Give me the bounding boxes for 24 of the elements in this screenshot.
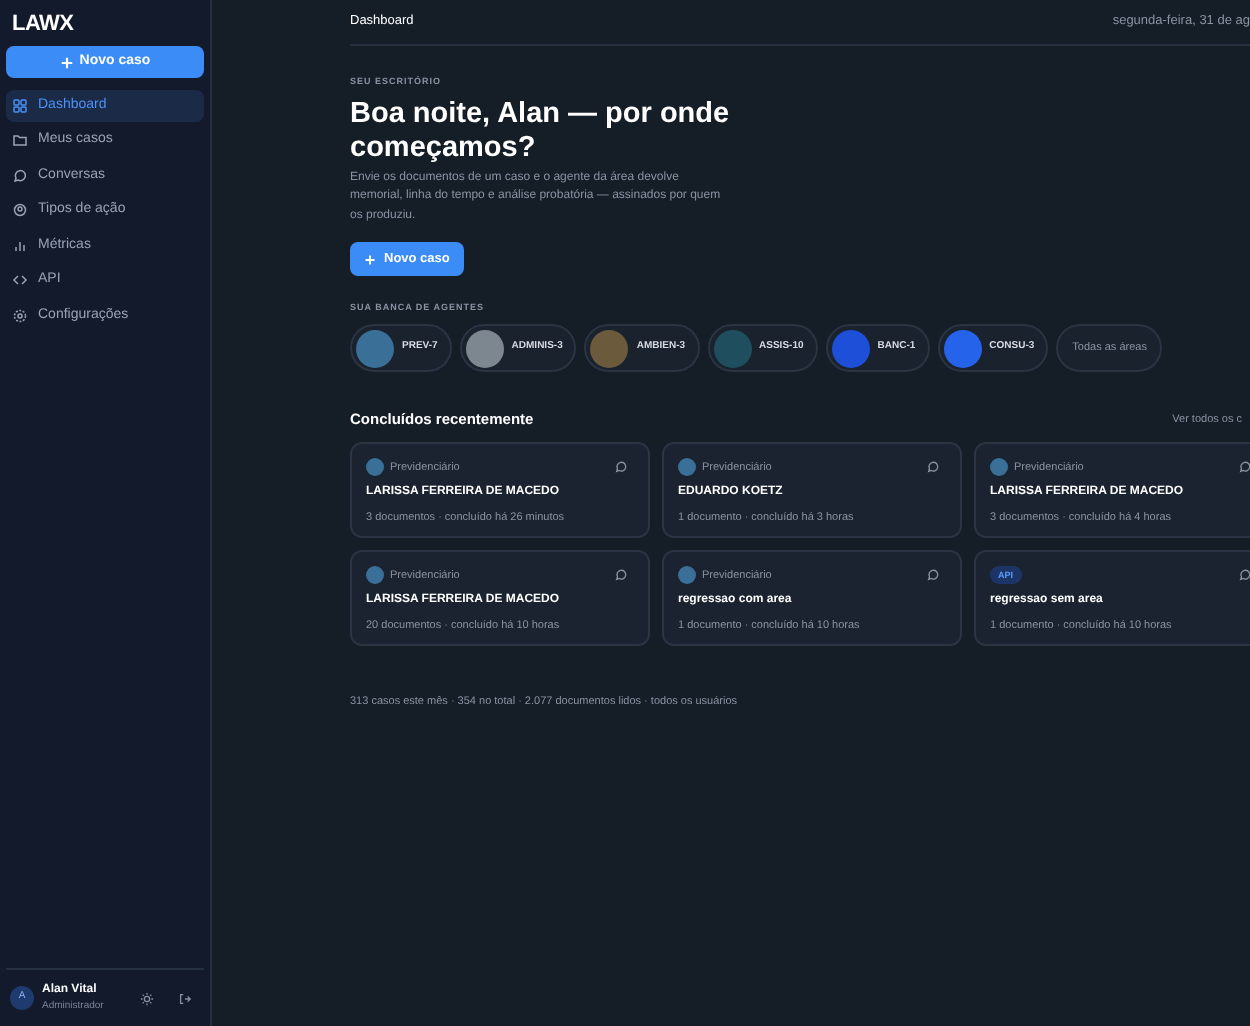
badge-icon xyxy=(12,202,28,219)
sun-icon[interactable] xyxy=(140,991,154,1005)
agent-avatar xyxy=(366,458,384,477)
grid-icon xyxy=(12,97,28,114)
chat-bubble-icon xyxy=(614,460,628,475)
bar-chart-icon xyxy=(12,237,28,254)
folder-icon xyxy=(12,132,28,149)
logo: LAWX xyxy=(10,10,76,40)
agent-avatar xyxy=(990,458,1008,477)
chat-bubble-icon xyxy=(1238,568,1250,583)
agent-avatar xyxy=(366,566,384,585)
chat-bubble-icon xyxy=(926,460,940,475)
chat-bubble-icon xyxy=(1238,460,1250,475)
chat-bubble-icon xyxy=(614,568,628,583)
greeting-heading: Boa noite, Alan — por onde começamos? xyxy=(350,97,732,166)
code-icon xyxy=(12,272,28,289)
settings-icon xyxy=(12,307,28,324)
logout-icon[interactable] xyxy=(178,991,192,1005)
plus-icon xyxy=(364,253,376,266)
plus-icon xyxy=(59,55,74,69)
agent-avatar xyxy=(678,566,696,585)
agent-avatar xyxy=(678,458,696,477)
chat-bubble-icon xyxy=(926,568,940,583)
chat-bubble-icon xyxy=(12,167,28,184)
